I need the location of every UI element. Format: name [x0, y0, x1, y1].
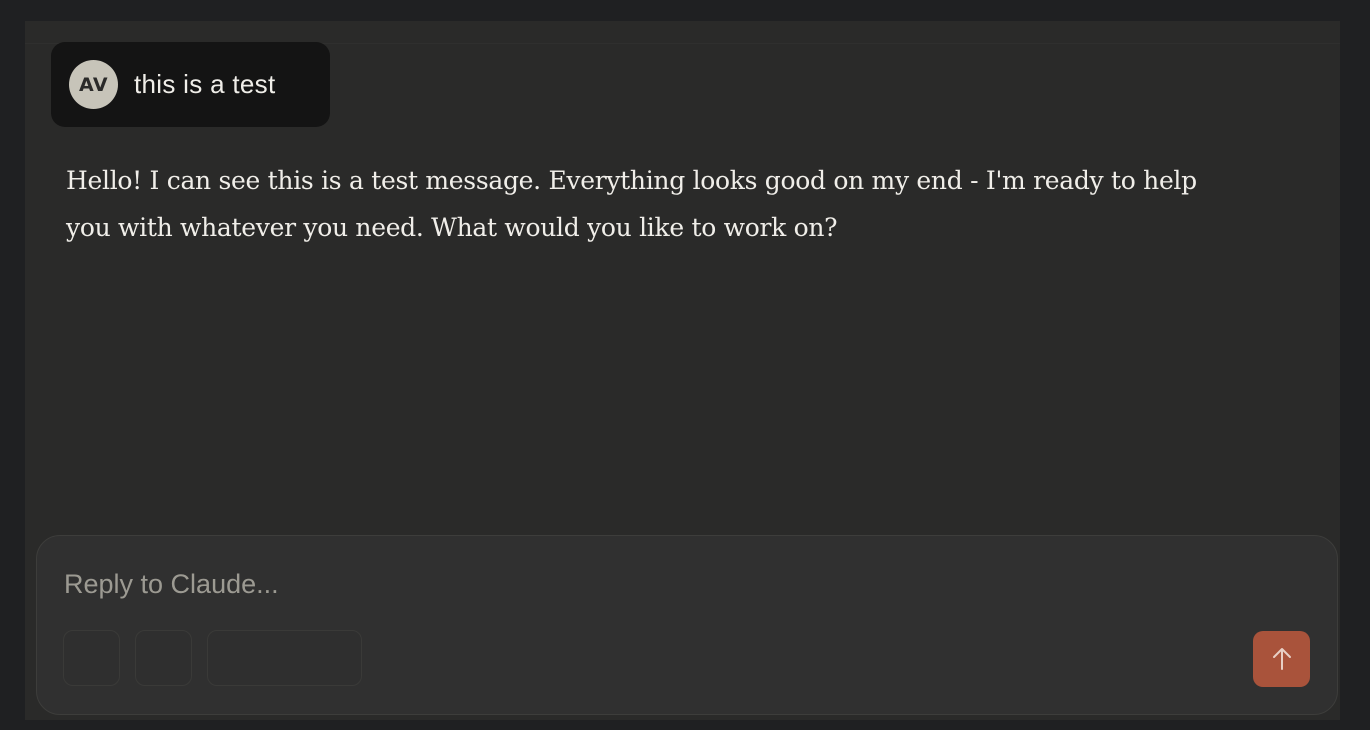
- arrow-up-icon: [1272, 648, 1291, 670]
- send-button[interactable]: [1253, 631, 1310, 687]
- user-message: AV this is a test: [51, 42, 330, 127]
- style-selector-button[interactable]: [207, 630, 362, 686]
- reply-input[interactable]: [64, 562, 1264, 606]
- tools-button[interactable]: [135, 630, 192, 686]
- user-message-text: this is a test: [134, 69, 276, 99]
- avatar[interactable]: AV: [69, 60, 118, 109]
- assistant-message: Hello! I can see this is a test message.…: [66, 166, 1197, 242]
- attach-button[interactable]: [63, 630, 120, 686]
- composer: [36, 535, 1338, 715]
